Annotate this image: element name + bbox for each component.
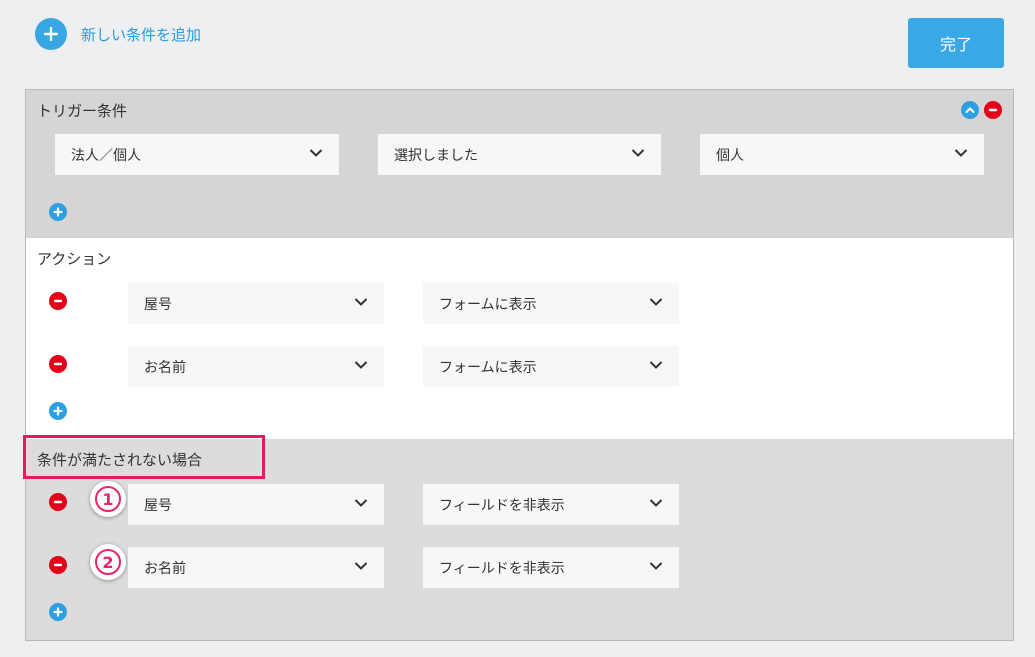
trigger-field-select[interactable]: 法人／個人 [55, 134, 339, 175]
step-badge-number: 1 [95, 486, 121, 512]
add-action-button[interactable] [49, 402, 67, 420]
trigger-field-value: 法人／個人 [71, 147, 141, 164]
trigger-operator-select[interactable]: 選択しました [378, 134, 661, 175]
plus-icon [35, 18, 67, 50]
else-field-select[interactable]: 屋号 [128, 484, 384, 525]
minus-icon [53, 299, 63, 303]
action-field-select[interactable]: お名前 [128, 346, 384, 387]
else-field-value: 屋号 [144, 497, 172, 514]
step-badge-number: 2 [95, 549, 121, 575]
else-op-select[interactable]: フィールドを非表示 [423, 484, 679, 525]
plus-icon [53, 607, 63, 617]
remove-action-button[interactable] [49, 355, 67, 373]
action-section: アクション 屋号 フォームに表示 お名前 フォームに表示 [26, 238, 1013, 439]
rule-panel: トリガー条件 法人／個人 選択しました 個人 アクション 屋号 フォームに表示 … [25, 89, 1014, 641]
add-else-action-button[interactable] [49, 603, 67, 621]
add-condition-label: 新しい条件を追加 [81, 25, 202, 44]
minus-icon [988, 108, 998, 112]
minus-icon [53, 500, 63, 504]
collapse-button[interactable] [961, 101, 979, 119]
chevron-down-icon [309, 149, 323, 157]
chevron-down-icon [354, 499, 368, 507]
add-condition-button[interactable]: 新しい条件を追加 [35, 18, 201, 50]
trigger-operator-value: 選択しました [394, 147, 478, 164]
chevron-up-icon [965, 107, 975, 113]
action-op-value: フォームに表示 [439, 359, 537, 376]
else-field-value: お名前 [144, 560, 186, 577]
remove-else-action-button[interactable] [49, 493, 67, 511]
chevron-down-icon [354, 361, 368, 369]
chevron-down-icon [649, 361, 663, 369]
action-op-select[interactable]: フォームに表示 [423, 346, 679, 387]
chevron-down-icon [649, 499, 663, 507]
plus-icon [53, 207, 63, 217]
chevron-down-icon [354, 562, 368, 570]
trigger-section: トリガー条件 法人／個人 選択しました 個人 [26, 90, 1013, 238]
step-badge: 2 [90, 544, 126, 580]
remove-action-button[interactable] [49, 292, 67, 310]
action-title: アクション [37, 250, 112, 268]
else-op-value: フィールドを非表示 [439, 497, 565, 514]
step-badge: 1 [90, 481, 126, 517]
action-field-value: お名前 [144, 359, 186, 376]
plus-icon [53, 406, 63, 416]
chevron-down-icon [649, 298, 663, 306]
annotation-highlight-box [23, 435, 265, 479]
action-field-select[interactable]: 屋号 [128, 283, 384, 324]
chevron-down-icon [631, 149, 645, 157]
action-op-select[interactable]: フォームに表示 [423, 283, 679, 324]
remove-else-action-button[interactable] [49, 556, 67, 574]
trigger-value-select[interactable]: 個人 [700, 134, 984, 175]
delete-rule-button[interactable] [984, 101, 1002, 119]
chevron-down-icon [354, 298, 368, 306]
trigger-title: トリガー条件 [37, 102, 128, 120]
done-button[interactable]: 完了 [908, 18, 1004, 68]
action-field-value: 屋号 [144, 296, 172, 313]
chevron-down-icon [954, 149, 968, 157]
else-op-value: フィールドを非表示 [439, 560, 565, 577]
chevron-down-icon [649, 562, 663, 570]
trigger-value-value: 個人 [716, 147, 744, 164]
minus-icon [53, 563, 63, 567]
minus-icon [53, 362, 63, 366]
else-op-select[interactable]: フィールドを非表示 [423, 547, 679, 588]
action-op-value: フォームに表示 [439, 296, 537, 313]
add-trigger-button[interactable] [49, 203, 67, 221]
else-field-select[interactable]: お名前 [128, 547, 384, 588]
